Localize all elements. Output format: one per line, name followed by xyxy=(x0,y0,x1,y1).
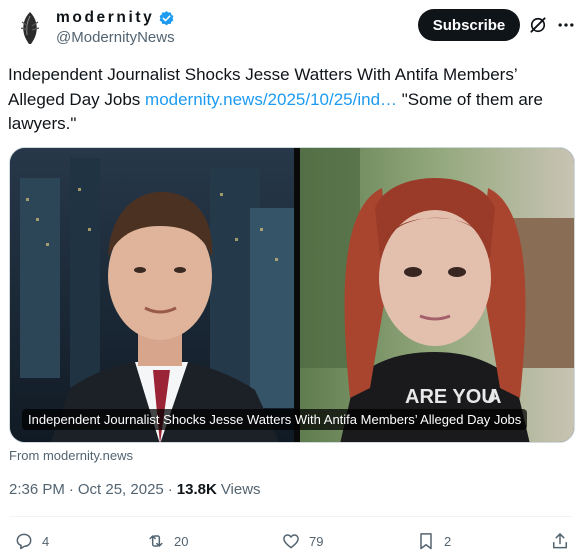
media-card[interactable]: ARE YOU A Independent Journalist Shocks … xyxy=(9,147,575,443)
bookmark-icon xyxy=(420,533,432,550)
divider xyxy=(9,516,572,517)
views-count: 13.8K xyxy=(176,481,217,498)
share-button[interactable] xyxy=(550,528,570,554)
avatar[interactable] xyxy=(10,8,50,48)
bookmark-count: 2 xyxy=(444,533,452,549)
verified-badge-icon xyxy=(159,10,174,25)
video-thumbnail-image: ARE YOU A xyxy=(10,148,574,442)
tweet-meta: 2:36 PM · Oct 25, 2025 · 13.8K Views xyxy=(9,481,261,498)
tweet-header: modernity @ModernityNews Subscribe xyxy=(0,0,581,60)
share-icon xyxy=(553,533,567,549)
more-icon[interactable] xyxy=(556,15,576,35)
reply-icon xyxy=(16,533,32,550)
source-label[interactable]: From modernity.news xyxy=(9,448,133,463)
subscribe-button[interactable]: Subscribe xyxy=(418,9,520,41)
reply-button[interactable]: 4 xyxy=(14,528,49,554)
bookmark-button[interactable]: 2 xyxy=(416,528,451,554)
reply-count: 4 xyxy=(42,533,50,549)
tweet-text: Independent Journalist Shocks Jesse Watt… xyxy=(8,63,573,137)
shirt-text-line1: ARE YOU xyxy=(405,386,496,408)
feather-logo-icon xyxy=(20,12,40,44)
author-handle[interactable]: @ModernityNews xyxy=(56,29,175,46)
meta-separator: · xyxy=(167,481,173,498)
heart-icon xyxy=(283,534,299,549)
actions-bar: 4 20 79 2 xyxy=(0,528,581,554)
like-count: 79 xyxy=(309,533,324,549)
tweet-link[interactable]: modernity.news/2025/10/25/ind… xyxy=(145,90,397,109)
name-row: modernity xyxy=(56,9,175,27)
display-name[interactable]: modernity xyxy=(56,9,154,27)
repost-button[interactable]: 20 xyxy=(146,528,188,554)
meta-separator: · xyxy=(68,481,74,498)
tweet-time[interactable]: 2:36 PM xyxy=(9,481,65,498)
shirt-text-line2: A xyxy=(487,386,501,408)
media-caption: Independent Journalist Shocks Jesse Watt… xyxy=(22,409,528,430)
repost-count: 20 xyxy=(174,533,189,549)
views-label: Views xyxy=(220,481,261,498)
tweet-date[interactable]: Oct 25, 2025 xyxy=(78,481,164,498)
grok-icon[interactable] xyxy=(528,15,548,35)
repost-icon xyxy=(149,535,163,547)
like-button[interactable]: 79 xyxy=(281,528,323,554)
